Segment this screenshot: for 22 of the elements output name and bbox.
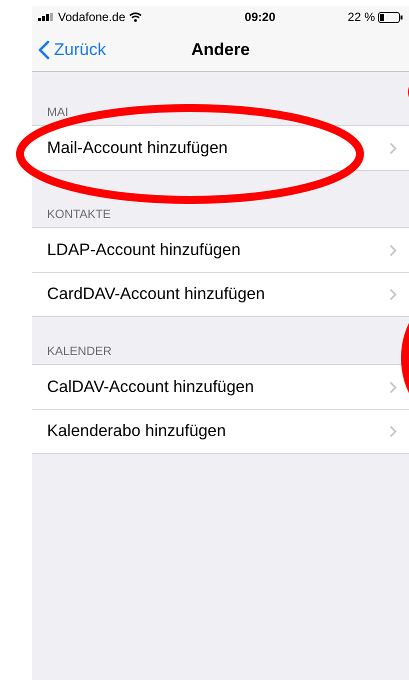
chevron-right-icon [389, 244, 397, 256]
back-button[interactable]: Zurück [38, 28, 106, 71]
chevron-left-icon [38, 40, 50, 60]
list-row[interactable]: CalDAV-Account hinzufügen [32, 365, 409, 409]
chevron-right-icon [389, 424, 397, 438]
screen-title: Andere [191, 40, 250, 60]
section-header: KALENDER [47, 344, 112, 358]
chevron-right-icon [389, 380, 397, 394]
chevron-right-icon [389, 142, 397, 154]
status-time: 09:20 [244, 10, 276, 24]
list-row[interactable]: LDAP-Account hinzufügen [32, 228, 409, 272]
wifi-icon [129, 12, 142, 22]
battery-icon [378, 12, 403, 22]
section-header: KONTAKTE [47, 207, 111, 221]
section-header: MAI [47, 105, 68, 119]
list-row[interactable]: Kalenderabo hinzufügen [32, 409, 409, 453]
carrier-name: Vodafone.de [58, 10, 126, 24]
list-row[interactable]: Mail-Account hinzufügen [32, 126, 409, 170]
list-row[interactable]: CardDAV-Account hinzufügen [32, 272, 409, 316]
battery-percent: 22 % [348, 10, 375, 24]
signal-icon [38, 13, 54, 21]
chevron-right-icon [389, 288, 397, 300]
